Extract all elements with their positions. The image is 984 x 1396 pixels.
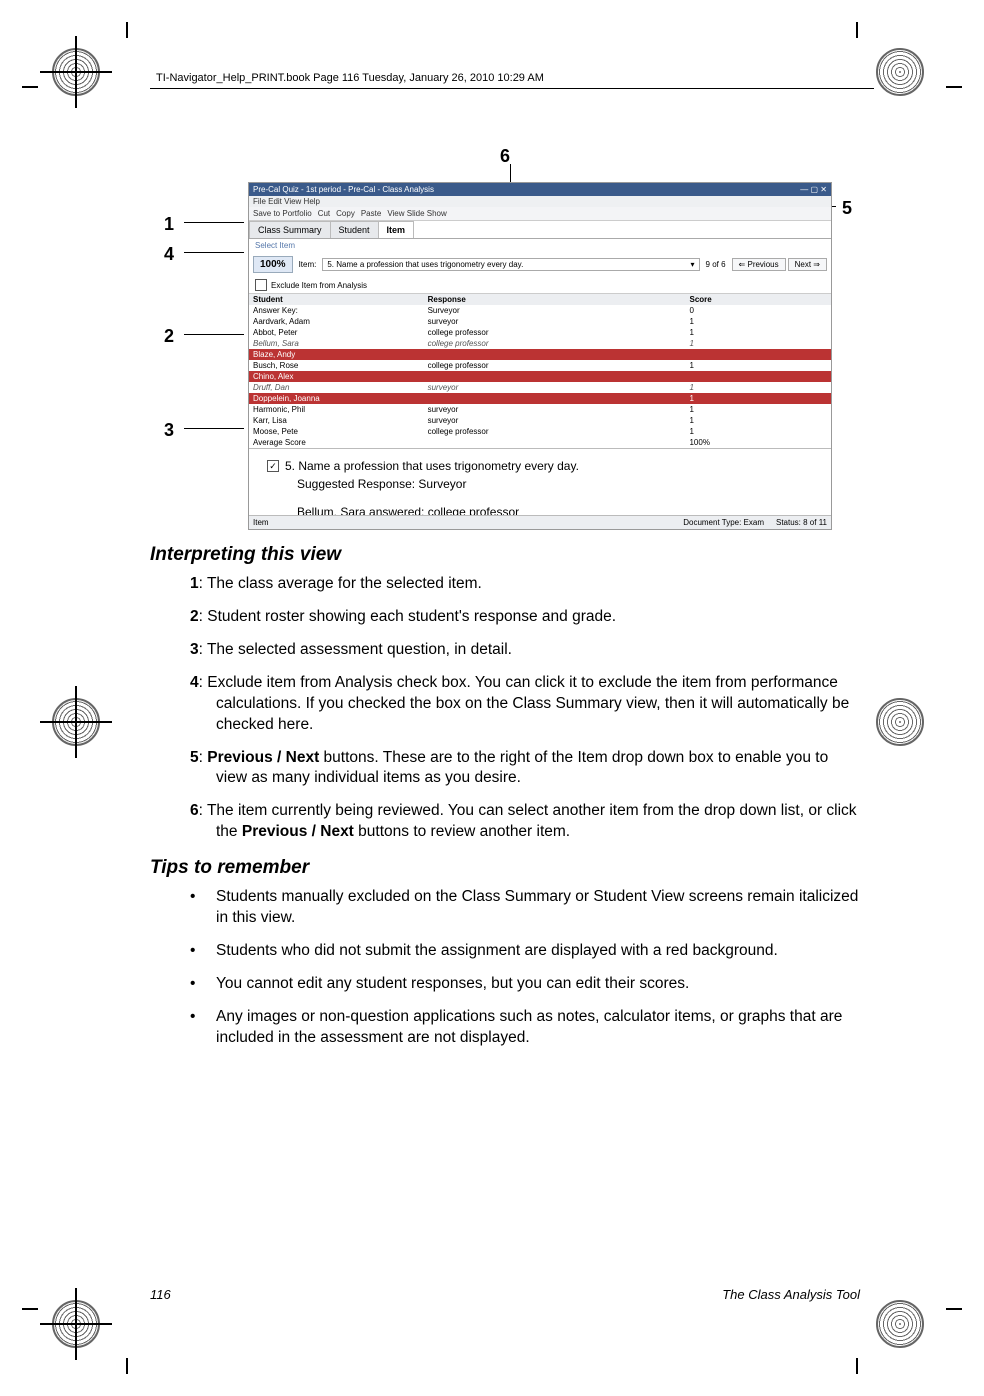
roster-table: Student Response Score Answer Key:Survey… <box>249 293 831 448</box>
status-bar: Item Document Type: Exam Status: 8 of 11 <box>249 515 831 529</box>
col-score[interactable]: Score <box>685 294 831 305</box>
status-doc-type: Document Type: Exam <box>683 518 764 527</box>
li1-text: : The class average for the selected ite… <box>199 575 482 592</box>
li6-bold: Previous / Next <box>242 823 354 840</box>
item-label: Item: <box>299 260 317 269</box>
table-row[interactable]: Aardvark, Adamsurveyor1 <box>249 316 831 327</box>
callout-5: 5 <box>842 198 852 219</box>
callout-4: 4 <box>164 244 174 265</box>
tab-student[interactable]: Student <box>330 221 379 238</box>
col-response[interactable]: Response <box>424 294 686 305</box>
detail-question: 5. Name a profession that uses trigonome… <box>285 459 579 473</box>
li4-text: : Exclude item from Analysis check box. … <box>199 674 850 733</box>
item-count: 9 of 6 <box>706 260 726 269</box>
chevron-down-icon: ▾ <box>691 260 695 269</box>
tip-1: Students manually excluded on the Class … <box>190 887 860 929</box>
cut-button[interactable]: Cut <box>318 209 330 218</box>
tip-3: You cannot edit any student responses, b… <box>190 974 860 995</box>
table-row[interactable]: Harmonic, Philsurveyor1 <box>249 404 831 415</box>
li4-num: 4 <box>190 674 199 691</box>
status-count: Status: 8 of 11 <box>776 518 827 527</box>
table-row[interactable]: Doppelein, Joanna1 <box>249 393 831 404</box>
header-rule <box>150 88 874 89</box>
heading-tips: Tips to remember <box>150 857 860 879</box>
callout-1: 1 <box>164 214 174 235</box>
select-item-label: Select Item <box>249 239 831 252</box>
menu-bar[interactable]: File Edit View Help <box>249 196 831 207</box>
li5-bold: Previous / Next <box>207 749 319 766</box>
class-average-box: 100% <box>253 256 293 273</box>
suggested-response: Suggested Response: Surveyor <box>297 477 813 491</box>
next-label: Next <box>795 260 811 269</box>
detail-check-icon: ✓ <box>267 460 279 472</box>
li3-num: 3 <box>190 641 199 658</box>
heading-interpreting: Interpreting this view <box>150 544 860 566</box>
tip-2: Students who did not submit the assignme… <box>190 941 860 962</box>
window-controls[interactable]: — ▢ ✕ <box>800 185 827 194</box>
li1-num: 1 <box>190 575 199 592</box>
toolbar[interactable]: Save to Portfolio Cut Copy Paste View Sl… <box>249 207 831 221</box>
slideshow-button[interactable]: View Slide Show <box>387 209 446 218</box>
paste-button[interactable]: Paste <box>361 209 381 218</box>
exclude-checkbox[interactable] <box>255 279 267 291</box>
li5-num: 5 <box>190 749 199 766</box>
interpret-list: 1: The class average for the selected it… <box>190 574 860 843</box>
li6-rest: buttons to review another item. <box>354 823 570 840</box>
li6-num: 6 <box>190 802 199 819</box>
item-dropdown-text: 5. Name a profession that uses trigonome… <box>327 260 523 269</box>
copy-button[interactable]: Copy <box>336 209 355 218</box>
table-row[interactable]: Busch, Rosecollege professor1 <box>249 360 831 371</box>
view-tabs[interactable]: Class Summary Student Item <box>249 221 831 239</box>
tip-4: Any images or non-question applications … <box>190 1007 860 1049</box>
table-row[interactable]: Chino, Alex <box>249 371 831 382</box>
running-head: TI-Navigator_Help_PRINT.book Page 116 Tu… <box>156 72 544 84</box>
item-dropdown[interactable]: 5. Name a profession that uses trigonome… <box>322 258 699 271</box>
figure: 6 1 4 2 3 5 Pre-Cal Quiz - 1st period - … <box>150 150 860 530</box>
table-row[interactable]: Abbot, Petercollege professor1 <box>249 327 831 338</box>
table-row[interactable]: Answer Key:Surveyor0 <box>249 305 831 316</box>
li3-text: : The selected assessment question, in d… <box>199 641 512 658</box>
col-student[interactable]: Student <box>249 294 424 305</box>
next-button[interactable]: Next ⇒ <box>788 258 827 271</box>
previous-label: Previous <box>747 260 778 269</box>
li2-num: 2 <box>190 608 199 625</box>
table-row[interactable]: Bellum, Saracollege professor1 <box>249 338 831 349</box>
tab-item[interactable]: Item <box>378 221 415 238</box>
exclude-label: Exclude Item from Analysis <box>271 281 367 290</box>
table-row[interactable]: Blaze, Andy <box>249 349 831 360</box>
footer-title: The Class Analysis Tool <box>722 1287 860 1302</box>
title-bar: Pre-Cal Quiz - 1st period - Pre-Cal - Cl… <box>249 183 831 196</box>
page-number: 116 <box>150 1287 171 1302</box>
status-item: Item <box>253 518 269 527</box>
app-window: Pre-Cal Quiz - 1st period - Pre-Cal - Cl… <box>248 182 832 530</box>
li5-pre: : <box>199 749 208 766</box>
table-row[interactable]: Average Score100% <box>249 437 831 448</box>
page-footer: 116 The Class Analysis Tool <box>150 1287 860 1302</box>
callout-3: 3 <box>164 420 174 441</box>
save-button[interactable]: Save to Portfolio <box>253 209 312 218</box>
tips-list: Students manually excluded on the Class … <box>190 887 860 1049</box>
previous-button[interactable]: ⇐ Previous <box>732 258 786 271</box>
table-row[interactable]: Karr, Lisasurveyor1 <box>249 415 831 426</box>
callout-2: 2 <box>164 326 174 347</box>
window-title: Pre-Cal Quiz - 1st period - Pre-Cal - Cl… <box>253 185 434 194</box>
callout-6: 6 <box>500 146 510 167</box>
li2-text: : Student roster showing each student's … <box>199 608 616 625</box>
table-row[interactable]: Moose, Petecollege professor1 <box>249 426 831 437</box>
tab-class-summary[interactable]: Class Summary <box>249 221 331 238</box>
table-row[interactable]: Druff, Dansurveyor1 <box>249 382 831 393</box>
